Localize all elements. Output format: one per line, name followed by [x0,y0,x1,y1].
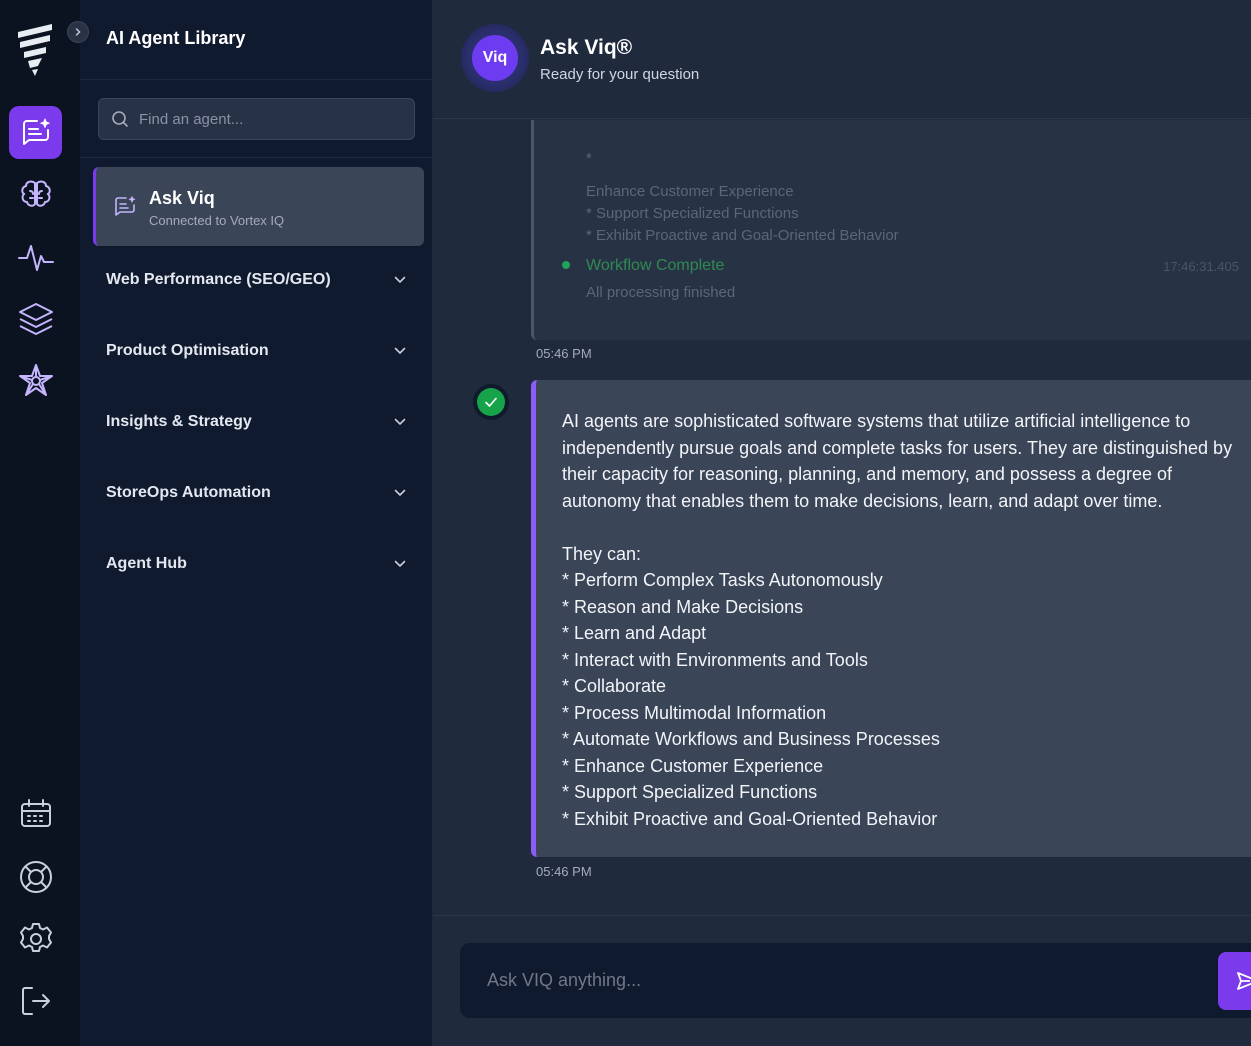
chat-sparkle-icon [115,196,136,216]
category-label: StoreOps Automation [106,484,271,501]
nav-chat[interactable] [9,106,62,159]
nav-settings[interactable] [9,912,62,965]
chat-sparkle-icon [22,118,50,145]
support-icon [19,860,52,893]
divider [433,915,1251,916]
chevron-down-icon [394,347,406,355]
assistant-message: AI agents are sophisticated software sys… [531,380,1251,857]
category-storeops-automation[interactable]: StoreOps Automation [106,481,406,505]
layers-icon [18,302,53,335]
category-insights-strategy[interactable]: Insights & Strategy [106,410,406,434]
message-line: * [586,150,592,167]
agent-status: Connected to Vortex IQ [149,213,285,228]
nav-calendar[interactable] [9,787,62,840]
message-lead: They can: [562,543,642,564]
list-item: * Collaborate [562,676,667,696]
list-item: * Reason and Make Decisions [562,596,804,617]
list-item: * Learn and Adapt [562,623,707,643]
list-item: * Interact with Environments and Tools [562,649,868,670]
chevron-right-icon [75,28,81,36]
category-agent-hub[interactable]: Agent Hub [106,552,406,576]
agent-search-input[interactable] [139,110,399,128]
chat-header: Viq Ask Viq® Ready for your question [433,0,1251,119]
panel-title: AI Agent Library [106,28,246,48]
workflow-substatus: All processing finished [586,284,736,301]
nav-activity[interactable] [9,230,62,283]
list-item: * Automate Workflows and Business Proces… [562,729,940,749]
nav-network[interactable] [9,354,62,407]
category-label: Product Optimisation [106,342,269,359]
list-item: * Support Specialized Functions [562,782,818,802]
agent-search[interactable] [98,98,415,140]
agent-library-panel: AI Agent Library Ask Viq Connected to Vo… [80,0,433,1046]
message-intro: AI agents are sophisticated software sys… [562,411,1233,511]
category-label: Insights & Strategy [106,413,252,430]
chat-main: Viq Ask Viq® Ready for your question * E… [433,0,1251,1046]
logout-icon [21,986,50,1015]
chevron-down-icon [394,489,406,497]
list-item: * Exhibit Proactive and Goal-Oriented Be… [562,808,938,829]
icon-rail [0,0,89,1046]
message-timestamp: 05:46 PM [536,346,592,361]
search-icon [112,111,128,127]
sidebar-toggle-button[interactable] [67,21,89,43]
message-composer[interactable] [460,943,1251,1018]
agent-item-ask-viq[interactable]: Ask Viq Connected to Vortex IQ [93,167,424,246]
avatar-label: Viq [472,35,518,81]
chevron-down-icon [394,276,406,284]
divider [80,79,433,80]
list-item: * Process Multimodal Information [562,702,827,723]
message-line: * Exhibit Proactive and Goal-Oriented Be… [586,227,899,244]
nav-layers[interactable] [9,292,62,345]
chevron-down-icon [394,418,406,426]
nav-brain[interactable] [9,168,62,221]
list-item: * Enhance Customer Experience [562,755,824,776]
category-web-performance[interactable]: Web Performance (SEO/GEO) [106,268,406,292]
check-icon [485,397,497,407]
chevron-down-icon [394,560,406,568]
activity-icon [17,244,54,271]
agent-name: Ask Viq [149,188,215,208]
workflow-status: Workflow Complete [586,257,725,274]
divider [80,157,433,158]
message-line: * Support Specialized Functions [586,205,799,222]
category-label: Web Performance (SEO/GEO) [106,271,331,288]
category-label: Agent Hub [106,555,187,572]
previous-message-card: * Enhance Customer Experience * Support … [531,120,1251,340]
gear-icon [19,922,52,952]
message-timestamp: 05:46 PM [536,864,592,879]
nav-support[interactable] [9,850,62,903]
logo-icon[interactable] [16,22,56,78]
category-product-optimisation[interactable]: Product Optimisation [106,339,406,363]
nav-logout[interactable] [9,974,62,1027]
list-item: * Perform Complex Tasks Autonomously [562,570,883,590]
brain-icon [20,180,51,207]
message-input[interactable] [487,970,1187,991]
status-dot [562,261,570,269]
workflow-timestamp: 17:46:31.405 [1163,259,1239,274]
send-button[interactable] [1218,952,1251,1010]
chat-subtitle: Ready for your question [540,66,700,83]
chat-title: Ask Viq® [540,36,633,59]
agent-avatar: Viq [461,24,529,92]
network-star-icon [18,363,53,396]
send-icon [1237,972,1251,990]
status-check [473,384,509,420]
calendar-icon [20,798,51,827]
message-line: Enhance Customer Experience [586,183,794,200]
